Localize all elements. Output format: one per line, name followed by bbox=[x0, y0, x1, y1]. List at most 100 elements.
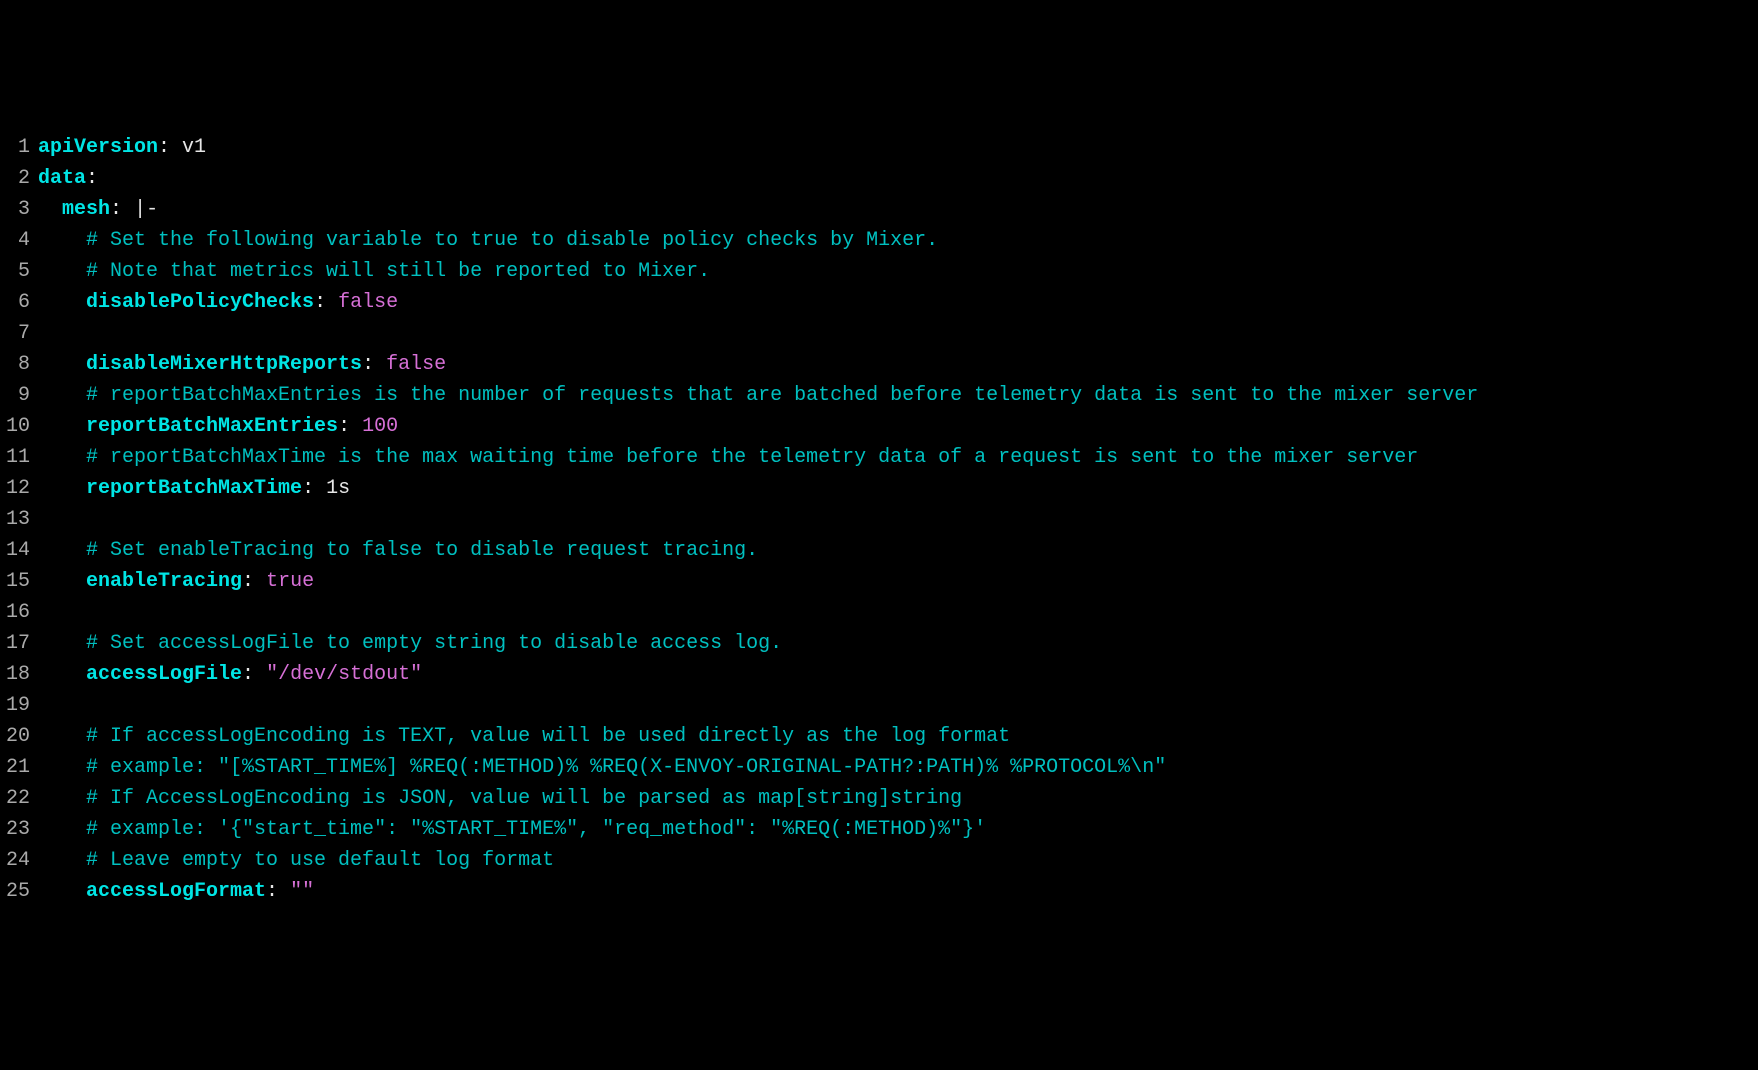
token-plain bbox=[38, 787, 86, 810]
code-content[interactable]: # Set enableTracing to false to disable … bbox=[38, 535, 1758, 566]
code-content[interactable]: # Leave empty to use default log format bbox=[38, 845, 1758, 876]
code-line[interactable]: 14 # Set enableTracing to false to disab… bbox=[0, 535, 1758, 566]
token-plain bbox=[38, 353, 86, 376]
token-plain: v1 bbox=[170, 136, 206, 159]
code-line[interactable]: 21 # example: "[%START_TIME%] %REQ(:METH… bbox=[0, 752, 1758, 783]
line-number: 22 bbox=[0, 783, 38, 814]
code-line[interactable]: 25 accessLogFormat: "" bbox=[0, 876, 1758, 907]
code-line[interactable]: 17 # Set accessLogFile to empty string t… bbox=[0, 628, 1758, 659]
token-comment: # If AccessLogEncoding is JSON, value wi… bbox=[86, 787, 962, 810]
line-number: 3 bbox=[0, 194, 38, 225]
line-number: 12 bbox=[0, 473, 38, 504]
token-plain bbox=[38, 291, 86, 314]
code-content[interactable]: mesh: |- bbox=[38, 194, 1758, 225]
code-content[interactable] bbox=[38, 690, 1758, 721]
code-line[interactable]: 22 # If AccessLogEncoding is JSON, value… bbox=[0, 783, 1758, 814]
code-line[interactable]: 3 mesh: |- bbox=[0, 194, 1758, 225]
line-number: 24 bbox=[0, 845, 38, 876]
token-colon: : bbox=[362, 353, 374, 376]
token-colon: : bbox=[110, 198, 122, 221]
code-line[interactable]: 11 # reportBatchMaxTime is the max waiti… bbox=[0, 442, 1758, 473]
code-content[interactable]: # example: '{"start_time": "%START_TIME%… bbox=[38, 814, 1758, 845]
code-line[interactable]: 6 disablePolicyChecks: false bbox=[0, 287, 1758, 318]
token-colon: : bbox=[266, 880, 278, 903]
token-plain bbox=[374, 353, 386, 376]
token-plain bbox=[350, 415, 362, 438]
line-number: 17 bbox=[0, 628, 38, 659]
code-line[interactable]: 1apiVersion: v1 bbox=[0, 132, 1758, 163]
token-plain bbox=[38, 880, 86, 903]
line-number: 18 bbox=[0, 659, 38, 690]
code-line[interactable]: 4 # Set the following variable to true t… bbox=[0, 225, 1758, 256]
code-line[interactable]: 9 # reportBatchMaxEntries is the number … bbox=[0, 380, 1758, 411]
token-colon: : bbox=[86, 167, 98, 190]
code-line[interactable]: 15 enableTracing: true bbox=[0, 566, 1758, 597]
token-plain bbox=[38, 818, 86, 841]
token-key: mesh bbox=[62, 198, 110, 221]
code-content[interactable]: # example: "[%START_TIME%] %REQ(:METHOD)… bbox=[38, 752, 1758, 783]
token-plain bbox=[254, 663, 266, 686]
code-content[interactable]: reportBatchMaxEntries: 100 bbox=[38, 411, 1758, 442]
code-content[interactable]: data: bbox=[38, 163, 1758, 194]
code-line[interactable]: 23 # example: '{"start_time": "%START_TI… bbox=[0, 814, 1758, 845]
token-key: enableTracing bbox=[86, 570, 242, 593]
token-comment: # reportBatchMaxTime is the max waiting … bbox=[86, 446, 1418, 469]
code-content[interactable] bbox=[38, 318, 1758, 349]
line-number: 7 bbox=[0, 318, 38, 349]
token-plain bbox=[278, 880, 290, 903]
code-editor[interactable]: 1apiVersion: v12data:3 mesh: |-4 # Set t… bbox=[0, 132, 1758, 907]
token-plain bbox=[38, 570, 86, 593]
token-boolval: false bbox=[338, 291, 398, 314]
token-key: apiVersion bbox=[38, 136, 158, 159]
code-line[interactable]: 8 disableMixerHttpReports: false bbox=[0, 349, 1758, 380]
code-content[interactable]: enableTracing: true bbox=[38, 566, 1758, 597]
token-colon: : bbox=[338, 415, 350, 438]
token-colon: : bbox=[158, 136, 170, 159]
code-line[interactable]: 10 reportBatchMaxEntries: 100 bbox=[0, 411, 1758, 442]
token-plain bbox=[38, 632, 86, 655]
code-content[interactable]: # reportBatchMaxTime is the max waiting … bbox=[38, 442, 1758, 473]
code-content[interactable]: disablePolicyChecks: false bbox=[38, 287, 1758, 318]
code-content[interactable]: # Note that metrics will still be report… bbox=[38, 256, 1758, 287]
code-content[interactable]: # reportBatchMaxEntries is the number of… bbox=[38, 380, 1758, 411]
token-comment: # If accessLogEncoding is TEXT, value wi… bbox=[86, 725, 1010, 748]
code-line[interactable]: 19 bbox=[0, 690, 1758, 721]
token-plain bbox=[38, 849, 86, 872]
token-comment: # Set the following variable to true to … bbox=[86, 229, 938, 252]
code-line[interactable]: 5 # Note that metrics will still be repo… bbox=[0, 256, 1758, 287]
code-content[interactable]: accessLogFile: "/dev/stdout" bbox=[38, 659, 1758, 690]
line-number: 10 bbox=[0, 411, 38, 442]
code-content[interactable]: reportBatchMaxTime: 1s bbox=[38, 473, 1758, 504]
token-comment: # Set accessLogFile to empty string to d… bbox=[86, 632, 782, 655]
code-content[interactable]: # If AccessLogEncoding is JSON, value wi… bbox=[38, 783, 1758, 814]
line-number: 4 bbox=[0, 225, 38, 256]
token-plain bbox=[38, 539, 86, 562]
line-number: 15 bbox=[0, 566, 38, 597]
token-plain bbox=[38, 663, 86, 686]
code-content[interactable] bbox=[38, 504, 1758, 535]
code-content[interactable]: disableMixerHttpReports: false bbox=[38, 349, 1758, 380]
code-line[interactable]: 16 bbox=[0, 597, 1758, 628]
token-plain bbox=[38, 260, 86, 283]
code-line[interactable]: 2data: bbox=[0, 163, 1758, 194]
code-line[interactable]: 24 # Leave empty to use default log form… bbox=[0, 845, 1758, 876]
token-plain bbox=[38, 725, 86, 748]
token-plain bbox=[38, 477, 86, 500]
code-content[interactable]: # Set accessLogFile to empty string to d… bbox=[38, 628, 1758, 659]
code-line[interactable]: 7 bbox=[0, 318, 1758, 349]
code-content[interactable]: # Set the following variable to true to … bbox=[38, 225, 1758, 256]
code-line[interactable]: 18 accessLogFile: "/dev/stdout" bbox=[0, 659, 1758, 690]
line-number: 1 bbox=[0, 132, 38, 163]
line-number: 9 bbox=[0, 380, 38, 411]
token-key: accessLogFormat bbox=[86, 880, 266, 903]
code-content[interactable] bbox=[38, 597, 1758, 628]
code-line[interactable]: 20 # If accessLogEncoding is TEXT, value… bbox=[0, 721, 1758, 752]
code-line[interactable]: 12 reportBatchMaxTime: 1s bbox=[0, 473, 1758, 504]
code-content[interactable]: # If accessLogEncoding is TEXT, value wi… bbox=[38, 721, 1758, 752]
token-key: disableMixerHttpReports bbox=[86, 353, 362, 376]
code-content[interactable]: accessLogFormat: "" bbox=[38, 876, 1758, 907]
code-content[interactable]: apiVersion: v1 bbox=[38, 132, 1758, 163]
line-number: 23 bbox=[0, 814, 38, 845]
line-number: 2 bbox=[0, 163, 38, 194]
code-line[interactable]: 13 bbox=[0, 504, 1758, 535]
